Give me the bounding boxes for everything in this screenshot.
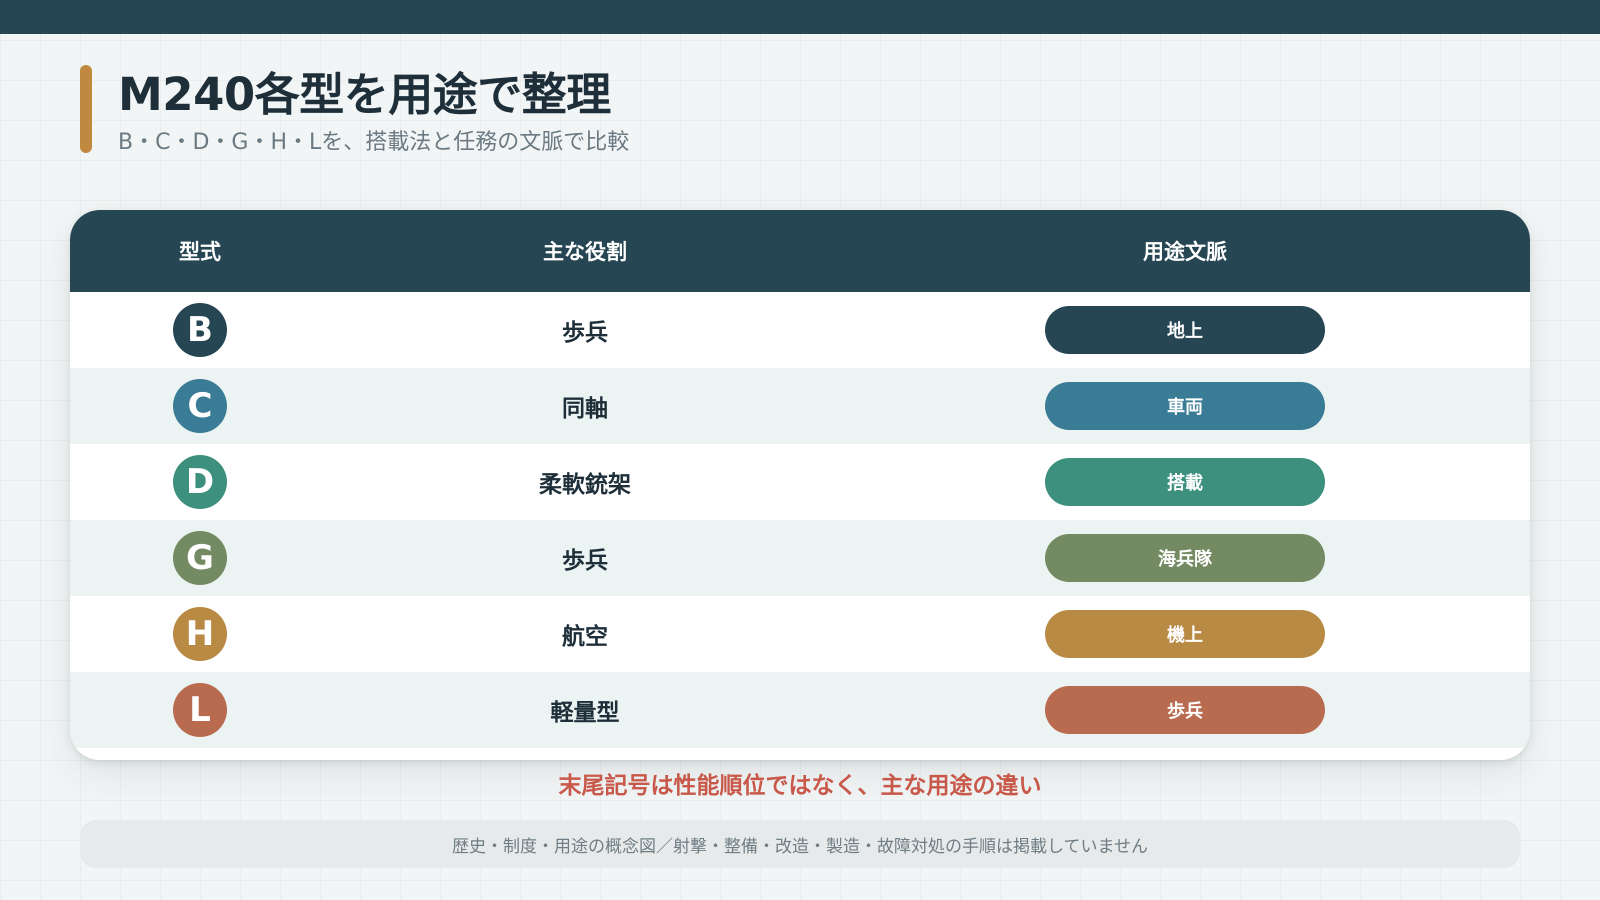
role-text: 軽量型	[550, 700, 620, 726]
table-row: G 歩兵 海兵隊	[70, 520, 1530, 596]
context-pill: 歩兵	[1045, 686, 1325, 734]
context-pill: 地上	[1045, 306, 1325, 354]
header-role: 主な役割	[543, 240, 627, 264]
role-text: 航空	[562, 624, 608, 650]
role-text: 歩兵	[562, 548, 608, 574]
context-pill: 機上	[1045, 610, 1325, 658]
model-badge-l: L	[173, 683, 227, 737]
table-header: 型式 主な役割 用途文脈	[70, 210, 1530, 292]
model-badge-b: B	[173, 303, 227, 357]
table-row: L 軽量型 歩兵	[70, 672, 1530, 748]
title-accent-bar	[80, 65, 92, 153]
footer-disclaimer: 歴史・制度・用途の概念図／射撃・整備・改造・製造・故障対処の手順は掲載していませ…	[80, 820, 1520, 868]
table-row: C 同軸 車両	[70, 368, 1530, 444]
model-badge-h: H	[173, 607, 227, 661]
model-badge-d: D	[173, 455, 227, 509]
header-model: 型式	[179, 240, 221, 264]
table-row: D 柔軟銃架 搭載	[70, 444, 1530, 520]
page-title: M240各型を用途で整理	[118, 68, 611, 121]
model-badge-c: C	[173, 379, 227, 433]
model-badge-g: G	[173, 531, 227, 585]
role-text: 柔軟銃架	[539, 472, 631, 498]
table-row: H 航空 機上	[70, 596, 1530, 672]
model-table: 型式 主な役割 用途文脈 B 歩兵 地上 C 同軸 車両 D 柔軟銃架 搭載 G…	[70, 210, 1530, 760]
top-bar	[0, 0, 1600, 34]
header-context: 用途文脈	[1143, 240, 1227, 264]
role-text: 歩兵	[562, 320, 608, 346]
page-subtitle: B・C・D・G・H・Lを、搭載法と任務の文脈で比較	[118, 130, 630, 155]
role-text: 同軸	[562, 396, 608, 422]
table-row: B 歩兵 地上	[70, 292, 1530, 368]
context-pill: 搭載	[1045, 458, 1325, 506]
context-pill: 海兵隊	[1045, 534, 1325, 582]
emphasis-note: 末尾記号は性能順位ではなく、主な用途の違い	[558, 773, 1042, 799]
context-pill: 車両	[1045, 382, 1325, 430]
